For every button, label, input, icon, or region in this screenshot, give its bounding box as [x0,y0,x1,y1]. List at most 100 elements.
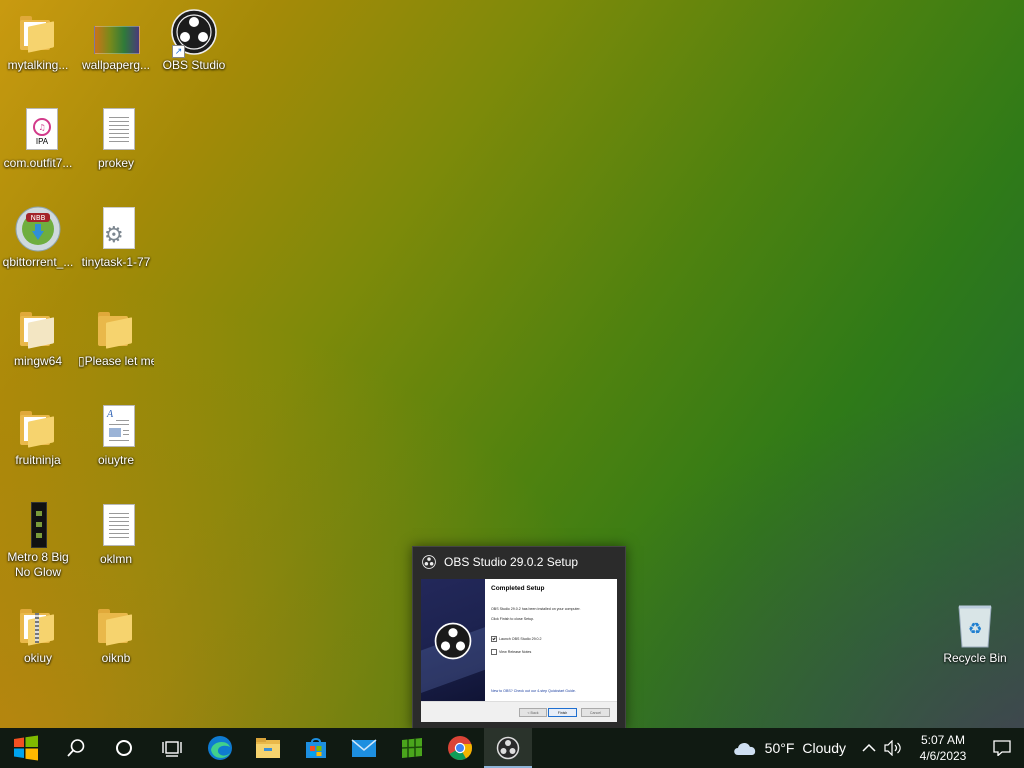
desktop-icon-metro8[interactable]: Metro 8 Big No Glow [0,500,76,580]
chevron-up-icon [862,743,876,752]
desktop-icon-label: Metro 8 Big No Glow [7,550,69,579]
setup-installed-text: OBS Studio 29.0.2 has been installed on … [491,607,581,611]
desktop-icon-label: com.outfit7... [3,156,73,170]
back-button[interactable]: < Back [519,708,547,717]
store-bag-icon [306,738,326,758]
weather-widget[interactable]: 50°F Cloudy [723,728,854,768]
spreadsheet-app-button[interactable] [388,728,436,768]
desktop-icon-prokey[interactable]: prokey [78,106,154,171]
checkbox-checked-icon [491,636,497,642]
desktop-icon-label: fruitninja [15,453,61,467]
obs-studio-icon [496,736,520,760]
cortana-circle-icon [116,740,132,756]
setup-body: Completed Setup OBS Studio 29.0.2 has be… [421,579,617,722]
setup-heading: Completed Setup [491,585,545,592]
launch-obs-checkbox[interactable]: Launch OBS Studio 29.0.2 [491,636,542,642]
desktop-icon-obs[interactable]: ↗ OBS Studio [156,8,232,73]
setup-content: Completed Setup OBS Studio 29.0.2 has be… [485,579,617,701]
desktop-icon-oiuytre[interactable]: A oiuytre [78,403,154,468]
notification-icon [993,740,1011,756]
svg-text:♫: ♫ [38,123,45,132]
volume-button[interactable] [880,728,906,768]
quickstart-link[interactable]: New to OBS? Check out our 4-step Quickst… [491,689,576,693]
taskbar: 50°F Cloudy 5:07 AM 4/6/2023 [0,728,1024,768]
desktop-icon-label: tinytask-1-77 [81,255,151,269]
weather-condition: Cloudy [802,740,846,756]
text-file-icon [92,106,140,154]
cortana-button[interactable] [100,728,148,768]
setup-titlebar[interactable]: OBS Studio 29.0.2 Setup [413,547,625,577]
desktop-icon-label: qbittorrent_... [2,255,74,269]
zip-folder-icon [14,601,62,649]
desktop-icon-wallpaper[interactable]: wallpaperg... [78,8,154,73]
desktop-icon-label: mingw64 [13,354,63,368]
release-notes-label: View Release Notes [499,650,532,654]
folder-icon [14,304,62,352]
desktop-icon-label: okiuy [23,651,52,665]
desktop-icon-recycle-bin[interactable]: ♻ Recycle Bin [937,601,1013,666]
desktop-icon-okiuy[interactable]: okiuy [0,601,76,666]
obs-button[interactable] [484,728,532,768]
obs-logo-icon [434,622,472,660]
desktop-icon-tinytask[interactable]: ⚙ tinytask-1-77 [78,205,154,270]
setup-side-banner [421,579,485,701]
store-button[interactable] [292,728,340,768]
desktop-icon-qbittorrent[interactable]: NBB qbittorrent_... [0,205,76,270]
edge-browser-icon [208,736,232,760]
obs-logo-icon [422,555,436,569]
desktop-icon-oklmn[interactable]: oklmn [78,502,154,567]
desktop-icon-label: oiuytre [97,453,135,467]
desktop-icon-ipa[interactable]: ♫ IPA com.outfit7... [0,106,76,171]
finish-button[interactable]: Finish [548,708,577,717]
setup-window-title: OBS Studio 29.0.2 Setup [444,555,579,569]
cancel-button[interactable]: Cancel [581,708,610,717]
chrome-button[interactable] [436,728,484,768]
desktop-icon-label: oklmn [99,552,132,566]
action-center-button[interactable] [980,728,1024,768]
file-explorer-icon [256,738,280,758]
shortcut-arrow-icon: ↗ [172,45,185,58]
file-explorer-button[interactable] [244,728,292,768]
desktop-icon-pleaseletme[interactable]: ▯Please let me [78,304,154,369]
desktop-icon-label: prokey [97,156,135,170]
start-button[interactable] [0,728,52,768]
edge-button[interactable] [196,728,244,768]
desktop-icon-mytalking[interactable]: mytalking... [0,8,76,73]
weather-temperature: 50°F [764,740,795,756]
qbit-badge: NBB [31,214,46,222]
cloud-icon [733,742,755,755]
chrome-browser-icon [448,736,473,761]
obs-setup-window[interactable]: OBS Studio 29.0.2 Setup Completed Setup … [412,546,626,730]
word-document-icon: A [92,403,140,451]
desktop-icon-label: OBS Studio [162,58,226,72]
desktop-icon-label: Recycle Bin [943,651,1007,665]
speaker-icon [884,740,901,756]
search-icon [67,739,85,757]
checkbox-unchecked-icon [491,649,497,655]
installer-icon: NBB [14,205,62,253]
svg-text:♻: ♻ [968,619,982,638]
ipa-file-icon: ♫ IPA [14,106,62,154]
desktop-icon-mingw64[interactable]: mingw64 [0,304,76,369]
task-view-button[interactable] [148,728,196,768]
show-hidden-icons-button[interactable] [858,728,880,768]
text-file-icon [92,502,140,550]
desktop-icon-label: ▯Please let me [78,354,154,368]
folder-icon [92,601,140,649]
folder-icon [92,304,140,352]
recycle-bin-icon: ♻ [951,601,999,649]
green-grid-app-icon [401,738,423,758]
black-file-icon [14,500,62,548]
desktop-icon-label: wallpaperg... [81,58,151,72]
desktop-icon-oiknb[interactable]: oiknb [78,601,154,666]
mail-envelope-icon [351,739,377,757]
folder-icon [14,403,62,451]
mail-button[interactable] [340,728,388,768]
setup-finish-hint: Click Finish to close Setup. [491,617,535,621]
clock[interactable]: 5:07 AM 4/6/2023 [912,728,974,768]
ipa-badge: IPA [35,137,49,146]
release-notes-checkbox[interactable]: View Release Notes [491,649,531,655]
folder-icon [14,8,62,56]
search-button[interactable] [52,728,100,768]
desktop-icon-fruitninja[interactable]: fruitninja [0,403,76,468]
